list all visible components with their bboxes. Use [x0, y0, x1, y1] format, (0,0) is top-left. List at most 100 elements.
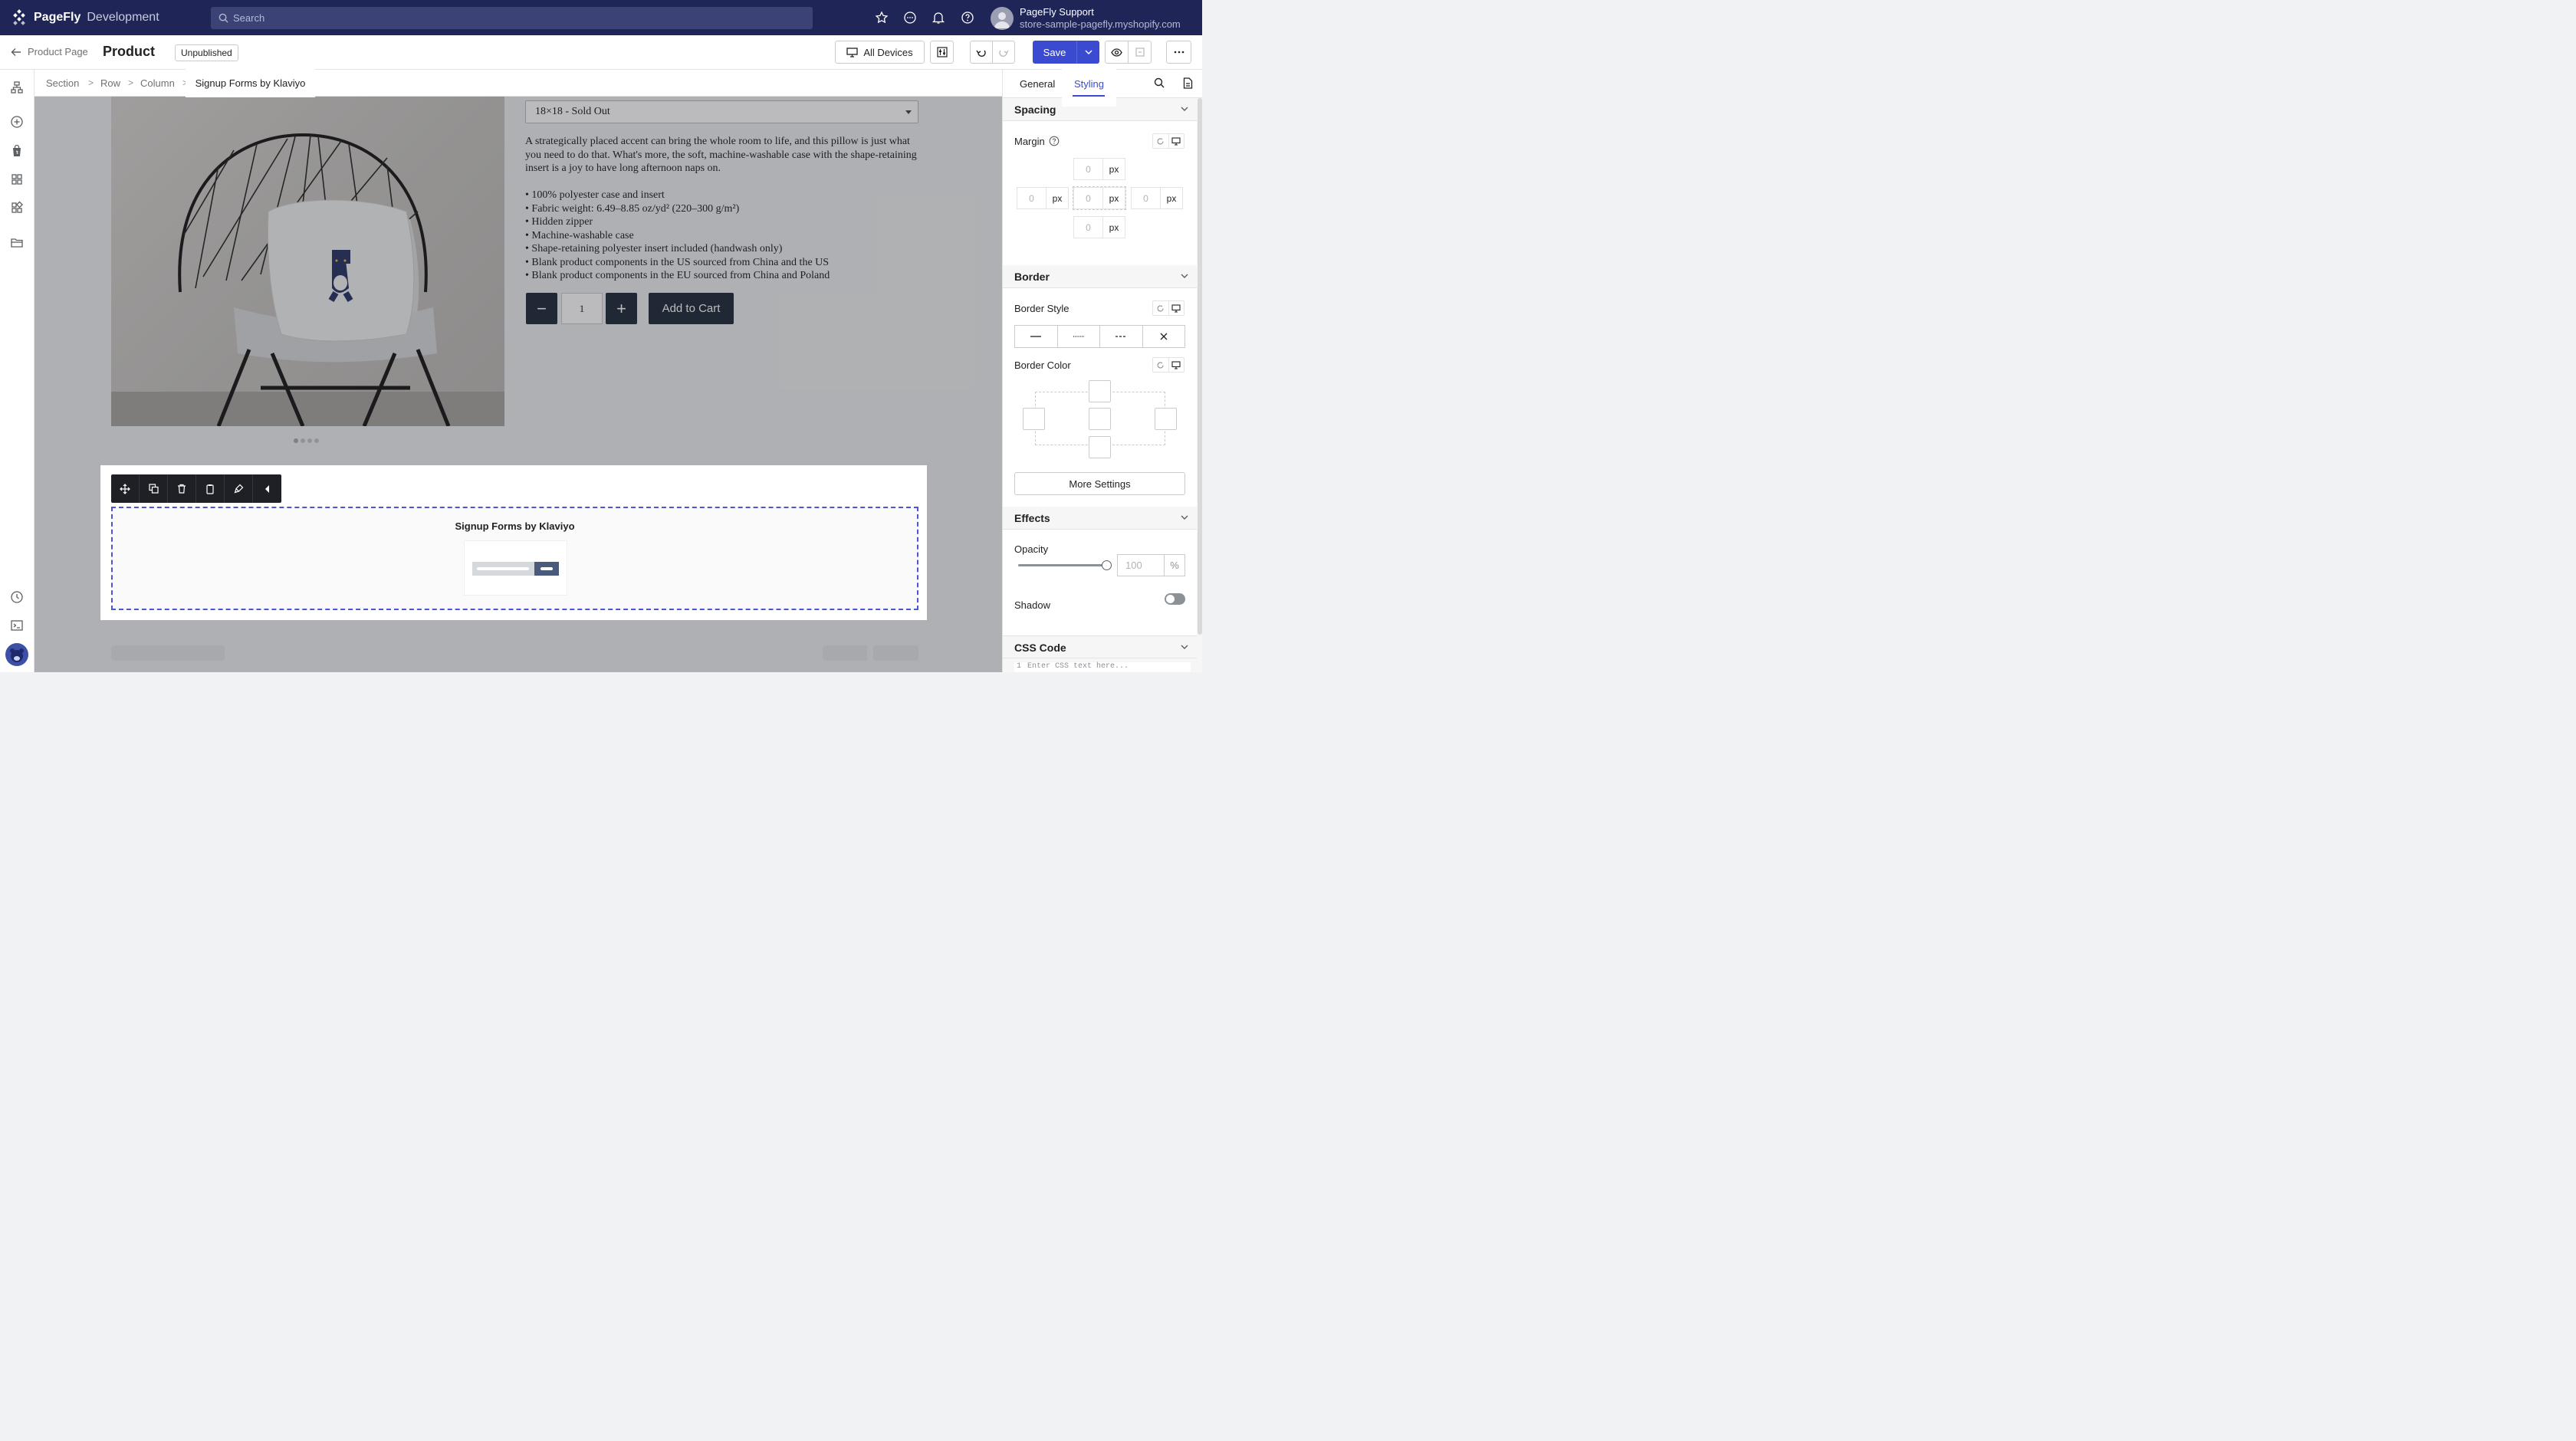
- apps-icon[interactable]: [10, 201, 24, 215]
- border-dotted-option[interactable]: [1058, 326, 1100, 347]
- tab-underline: [1073, 95, 1105, 97]
- desktop-icon[interactable]: [1168, 134, 1184, 148]
- folder-icon[interactable]: [10, 236, 24, 250]
- device-selector[interactable]: All Devices: [835, 41, 925, 64]
- spacing-section-body: Margin 0 px 0 px 0 px 0 px 0 px: [1003, 121, 1197, 265]
- save-button[interactable]: Save: [1033, 41, 1099, 64]
- margin-left-input[interactable]: 0 px: [1017, 187, 1069, 209]
- app-logo[interactable]: PageFly Development: [11, 9, 159, 26]
- copy-button[interactable]: [196, 474, 225, 503]
- variant-select[interactable]: 18×18 - Sold Out: [525, 100, 918, 123]
- add-element-icon[interactable]: [10, 115, 24, 129]
- margin-bottom-input[interactable]: 0 px: [1073, 216, 1125, 238]
- margin-all-input[interactable]: 0 px: [1073, 186, 1126, 210]
- unit-label[interactable]: px: [1161, 188, 1182, 208]
- opacity-input[interactable]: 100 %: [1117, 554, 1185, 576]
- user-menu[interactable]: PageFly Support store-sample-pagefly.mys…: [991, 6, 1181, 31]
- css-editor[interactable]: 1 Enter CSS text here...: [1014, 662, 1191, 672]
- border-title: Border: [1014, 271, 1050, 283]
- duplicate-button[interactable]: [140, 474, 168, 503]
- grid-icon[interactable]: [10, 172, 24, 186]
- klaviyo-element[interactable]: Signup Forms by Klaviyo: [100, 465, 927, 620]
- border-left-color[interactable]: [1023, 408, 1045, 430]
- paint-button[interactable]: [225, 474, 253, 503]
- slider-handle[interactable]: [1102, 560, 1112, 570]
- collapse-toolbar-button[interactable]: [253, 474, 281, 503]
- effects-section-header[interactable]: Effects: [1003, 507, 1197, 530]
- chat-icon[interactable]: [903, 11, 917, 25]
- history-icon[interactable]: [10, 590, 24, 604]
- code-terminal-icon[interactable]: [10, 619, 24, 632]
- responsive-settings-button[interactable]: [930, 41, 954, 64]
- preview-button[interactable]: [1105, 41, 1129, 64]
- breadcrumb-row[interactable]: Row: [100, 77, 120, 89]
- undo-button[interactable]: [970, 41, 993, 64]
- pagination-dot[interactable]: [294, 438, 298, 443]
- tab-styling[interactable]: Styling: [1062, 64, 1116, 107]
- pagination-dot[interactable]: [314, 438, 319, 443]
- layers-icon[interactable]: [10, 80, 24, 94]
- pagination-dot[interactable]: [307, 438, 312, 443]
- chevron-down-icon: [1181, 107, 1188, 111]
- quantity-decrease-button[interactable]: −: [526, 293, 557, 324]
- border-top-color[interactable]: [1089, 380, 1111, 402]
- product-image[interactable]: [111, 97, 504, 426]
- klaviyo-placeholder[interactable]: Signup Forms by Klaviyo: [111, 507, 918, 610]
- redo-button[interactable]: [992, 41, 1015, 64]
- border-solid-option[interactable]: [1015, 326, 1058, 347]
- document-icon[interactable]: [1183, 77, 1193, 89]
- border-right-color[interactable]: [1155, 408, 1177, 430]
- tab-general[interactable]: General: [1020, 78, 1055, 90]
- desktop-icon[interactable]: [1168, 301, 1184, 315]
- breadcrumb-column[interactable]: Column: [140, 77, 175, 89]
- save-label: Save: [1033, 41, 1077, 64]
- bell-icon[interactable]: [932, 11, 945, 25]
- unit-label[interactable]: px: [1103, 188, 1125, 208]
- chair-pillow-illustration: [111, 133, 504, 426]
- save-options-button[interactable]: [1077, 41, 1099, 64]
- shadow-toggle[interactable]: [1165, 593, 1185, 605]
- border-bottom-color[interactable]: [1089, 436, 1111, 458]
- move-button[interactable]: [111, 474, 140, 503]
- shadow-label: Shadow: [1014, 599, 1050, 611]
- border-none-option[interactable]: [1143, 326, 1185, 347]
- search-icon[interactable]: [1154, 77, 1165, 88]
- pagination-dot[interactable]: [301, 438, 305, 443]
- reset-icon[interactable]: [1153, 301, 1168, 315]
- account-avatar[interactable]: [5, 643, 28, 666]
- margin-top-input[interactable]: 0 px: [1073, 158, 1125, 180]
- star-icon[interactable]: [875, 11, 889, 25]
- back-link[interactable]: Product Page: [11, 46, 88, 57]
- delete-button[interactable]: [168, 474, 196, 503]
- shopify-icon[interactable]: [10, 144, 24, 158]
- panel-scrollbar[interactable]: [1198, 98, 1202, 635]
- publish-button[interactable]: [1128, 41, 1152, 64]
- add-to-cart-button[interactable]: Add to Cart: [649, 293, 734, 324]
- unit-label[interactable]: px: [1046, 188, 1068, 208]
- unit-label[interactable]: px: [1103, 217, 1125, 238]
- unit-label[interactable]: px: [1103, 159, 1125, 179]
- more-actions-button[interactable]: [1166, 41, 1191, 64]
- margin-top-value: 0: [1074, 159, 1103, 179]
- css-section-header[interactable]: CSS Code: [1003, 635, 1197, 658]
- quantity-input[interactable]: 1: [561, 293, 603, 324]
- breadcrumb-separator: >: [88, 77, 94, 88]
- help-icon[interactable]: [961, 11, 974, 25]
- margin-right-input[interactable]: 0 px: [1131, 187, 1183, 209]
- breadcrumb-active[interactable]: Signup Forms by Klaviyo: [186, 68, 315, 97]
- desktop-icon[interactable]: [1168, 358, 1184, 372]
- breadcrumb-section[interactable]: Section: [46, 77, 79, 89]
- border-all-color[interactable]: [1089, 408, 1111, 430]
- quantity-increase-button[interactable]: +: [606, 293, 637, 324]
- opacity-slider[interactable]: [1018, 560, 1112, 570]
- border-section-body: Border Style Border Color More Settings: [1003, 288, 1197, 507]
- border-section-header[interactable]: Border: [1003, 265, 1197, 288]
- help-circle-icon[interactable]: [1049, 136, 1060, 146]
- border-dashed-option[interactable]: [1100, 326, 1143, 347]
- reset-icon[interactable]: [1153, 358, 1168, 372]
- more-settings-button[interactable]: More Settings: [1014, 472, 1185, 495]
- reset-icon[interactable]: [1153, 134, 1168, 148]
- effects-title: Effects: [1014, 512, 1050, 524]
- list-item: • Shape-retaining polyester insert inclu…: [525, 243, 783, 254]
- search-input[interactable]: Search: [211, 7, 813, 29]
